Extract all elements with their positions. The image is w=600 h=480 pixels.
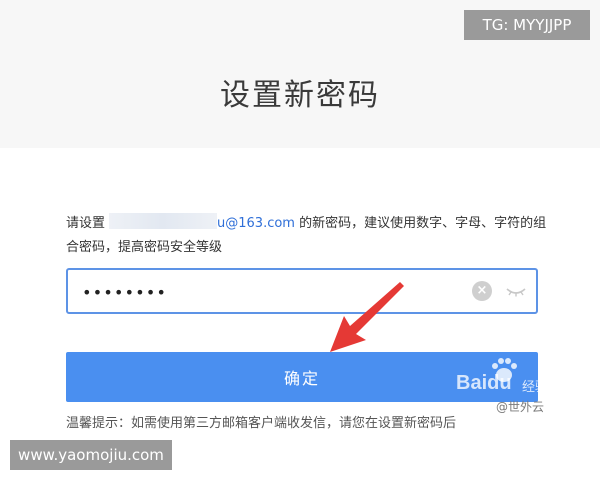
tg-watermark: TG: MYYJJPP xyxy=(464,10,590,40)
clear-icon[interactable]: × xyxy=(472,281,492,301)
password-field[interactable]: × xyxy=(66,268,538,314)
instruction-text: 请设置 u@163.com 的新密码，建议使用数字、字母、字符的组合密码，提高密码… xyxy=(66,212,556,260)
email-domain: u@163.com xyxy=(217,216,295,231)
blurred-email xyxy=(109,213,218,229)
tip-text: 温馨提示：如需使用第三方邮箱客户端收发信，请您在设置新密码后 xyxy=(66,416,457,431)
instruction-prefix: 请设置 xyxy=(66,216,106,231)
baidu-jingyan: 经验 xyxy=(522,380,549,395)
site-watermark: www.yaomojiu.com xyxy=(10,440,172,470)
page-title: 设置新密码 xyxy=(220,78,380,113)
arrow-icon xyxy=(330,282,404,352)
eye-icon[interactable] xyxy=(506,285,526,297)
